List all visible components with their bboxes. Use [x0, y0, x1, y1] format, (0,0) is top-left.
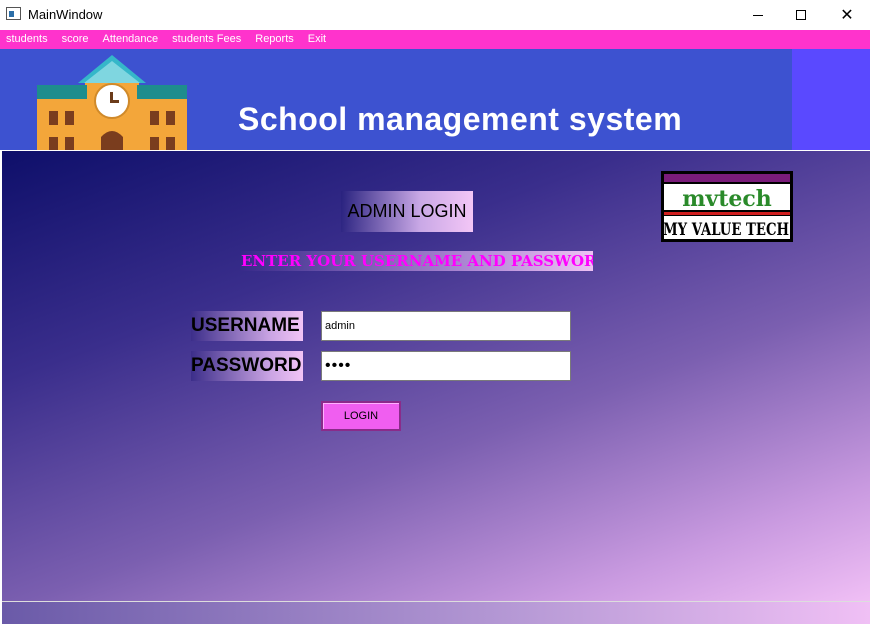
minimize-button[interactable] [735, 0, 781, 30]
banner: School management system [0, 49, 870, 150]
admin-login-heading: ADMIN LOGIN [341, 191, 473, 232]
menu-item-score[interactable]: score [56, 30, 97, 49]
login-button[interactable]: LOGIN [321, 401, 401, 431]
app-icon [6, 7, 21, 20]
banner-image: School management system [0, 49, 792, 150]
school-building-icon [37, 55, 187, 150]
menu-item-students[interactable]: students [0, 30, 56, 49]
minimize-icon [753, 14, 763, 16]
window-title: MainWindow [28, 7, 103, 22]
banner-title: School management system [238, 101, 683, 137]
close-button[interactable]: ✕ [824, 0, 870, 30]
maximize-button[interactable] [778, 0, 824, 30]
status-bar [2, 601, 870, 624]
login-instruction: ENTER YOUR USERNAME AND PASSWORD [241, 251, 593, 271]
logo-top-text: mvtech [682, 186, 772, 212]
username-input[interactable]: admin [321, 311, 571, 341]
menu-item-students-fees[interactable]: students Fees [166, 30, 249, 49]
title-bar: MainWindow ✕ [0, 0, 872, 30]
menu-item-reports[interactable]: Reports [249, 30, 302, 49]
menu-bar: students score Attendance students Fees … [0, 30, 870, 49]
password-label: PASSWORD [191, 351, 303, 381]
password-input[interactable]: •••• [321, 351, 571, 381]
mvtech-logo: mvtech MY VALUE TECH [661, 171, 793, 242]
menu-item-attendance[interactable]: Attendance [97, 30, 167, 49]
username-label: USERNAME [191, 311, 303, 341]
login-panel: ADMIN LOGIN ENTER YOUR USERNAME AND PASS… [2, 151, 870, 601]
menu-item-exit[interactable]: Exit [302, 30, 334, 49]
close-icon: ✕ [840, 7, 854, 24]
logo-bottom-text: MY VALUE TECH [663, 220, 789, 240]
maximize-icon [796, 10, 806, 20]
